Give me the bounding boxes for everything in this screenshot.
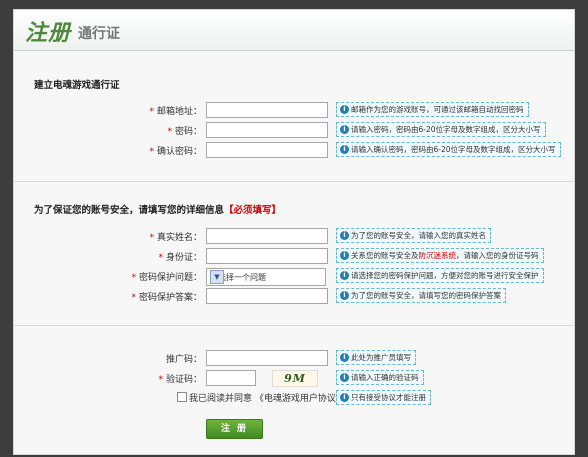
chevron-down-icon[interactable]: ▼ — [210, 270, 224, 284]
captcha-image[interactable]: 9M — [272, 370, 318, 387]
realname-field[interactable] — [206, 228, 328, 244]
info-circle-icon: i — [340, 373, 349, 382]
info-circle-icon: i — [340, 125, 349, 134]
promo-hint: i 此处为推广员填写 — [336, 350, 416, 365]
password-row: * 密码： i 请输入密码，密码由6-20位字母及数字组成，区分大小写 — [14, 122, 574, 138]
divider — [14, 325, 574, 326]
section1-title: 建立电魂游戏通行证 — [34, 80, 120, 91]
agree-checkbox[interactable] — [177, 392, 187, 402]
security-answer-hint: i 为了您的账号安全，请填写您的密码保护答案 — [336, 288, 506, 303]
info-circle-icon: i — [340, 291, 349, 300]
security-question-row: * 密码保护问题： 请选择一个问题 ▼ i 请选择您的密码保护问题，方便对您的账号进… — [14, 268, 574, 286]
security-question-label: * 密码保护问题： — [131, 273, 202, 283]
agree-text[interactable]: 我已阅读并同意 《电魂游戏用户协议》 — [189, 391, 345, 404]
info-circle-icon: i — [340, 271, 349, 280]
info-circle-icon: i — [340, 145, 349, 154]
promo-label: 推广码： — [165, 355, 202, 365]
registration-panel: 注册 通行证 建立电魂游戏通行证 * 邮箱地址： i 邮箱作为您的游戏账号，可通过该… — [13, 9, 575, 455]
captcha-field[interactable] — [206, 370, 256, 386]
email-field[interactable] — [206, 102, 328, 118]
security-answer-label: * 密码保护答案： — [131, 293, 202, 303]
register-button[interactable]: 注 册 — [206, 419, 263, 439]
required-note: 【必须填写】 — [224, 205, 282, 216]
confirm-password-label: * 确认密码： — [149, 147, 202, 157]
idcard-row: * 身份证： i 关系您的账号安全及防沉迷系统，请输入您的身份证号码 — [14, 248, 574, 264]
promo-code-field[interactable] — [206, 350, 328, 366]
password-label: * 密码： — [167, 127, 202, 137]
password-hint: i 请输入密码，密码由6-20位字母及数字组成，区分大小写 — [336, 122, 546, 137]
confirm-password-field[interactable] — [206, 142, 328, 158]
header: 注册 通行证 — [14, 10, 574, 51]
info-circle-icon: i — [340, 231, 349, 240]
email-row: * 邮箱地址： i 邮箱作为您的游戏账号，可通过该邮箱自动找回密码 — [14, 102, 574, 118]
idcard-hint: i 关系您的账号安全及防沉迷系统，请输入您的身份证号码 — [336, 248, 544, 263]
logo-title: 注册 — [25, 21, 72, 46]
idcard-field[interactable] — [206, 248, 328, 264]
realname-label: * 真实姓名： — [149, 233, 202, 243]
section2-title: 为了保证您的账号安全，请填写您的详细信息【必须填写】 — [34, 205, 282, 216]
security-answer-row: * 密码保护答案： i 为了您的账号安全，请填写您的密码保护答案 — [14, 288, 574, 304]
email-label: * 邮箱地址： — [149, 107, 202, 117]
security-question-hint: i 请选择您的密码保护问题，方便对您的账号进行安全保护 — [336, 268, 544, 283]
password-field[interactable] — [206, 122, 328, 138]
email-hint: i 邮箱作为您的游戏账号，可通过该邮箱自动找回密码 — [336, 102, 529, 117]
realname-row: * 真实姓名： i 为了您的账号安全，请输入您的真实姓名 — [14, 228, 574, 244]
divider — [14, 181, 574, 182]
idcard-label: * 身份证： — [158, 253, 202, 263]
logo-subtitle: 通行证 — [78, 26, 120, 42]
security-question-select[interactable]: 请选择一个问题 ▼ — [206, 268, 326, 286]
info-circle-icon: i — [340, 251, 349, 260]
confirm-password-hint: i 请输入确认密码，密码由6-20位字母及数字组成，区分大小写 — [336, 142, 561, 157]
confirm-password-row: * 确认密码： i 请输入确认密码，密码由6-20位字母及数字组成，区分大小写 — [14, 142, 574, 158]
agree-hint: i 只有接受协议才能注册 — [336, 390, 431, 405]
info-circle-icon: i — [340, 105, 349, 114]
promo-row: 推广码： i 此处为推广员填写 — [14, 350, 574, 366]
captcha-row: * 验证码： 9M i 请输入正确的验证码 — [14, 370, 574, 387]
captcha-label: * 验证码： — [158, 375, 202, 385]
agree-row: 我已阅读并同意 《电魂游戏用户协议》 i 只有接受协议才能注册 — [14, 390, 574, 406]
realname-hint: i 为了您的账号安全，请输入您的真实姓名 — [336, 228, 491, 243]
captcha-hint: i 请输入正确的验证码 — [336, 370, 424, 385]
info-circle-icon: i — [340, 393, 349, 402]
security-answer-field[interactable] — [206, 288, 328, 304]
info-circle-icon: i — [340, 353, 349, 362]
